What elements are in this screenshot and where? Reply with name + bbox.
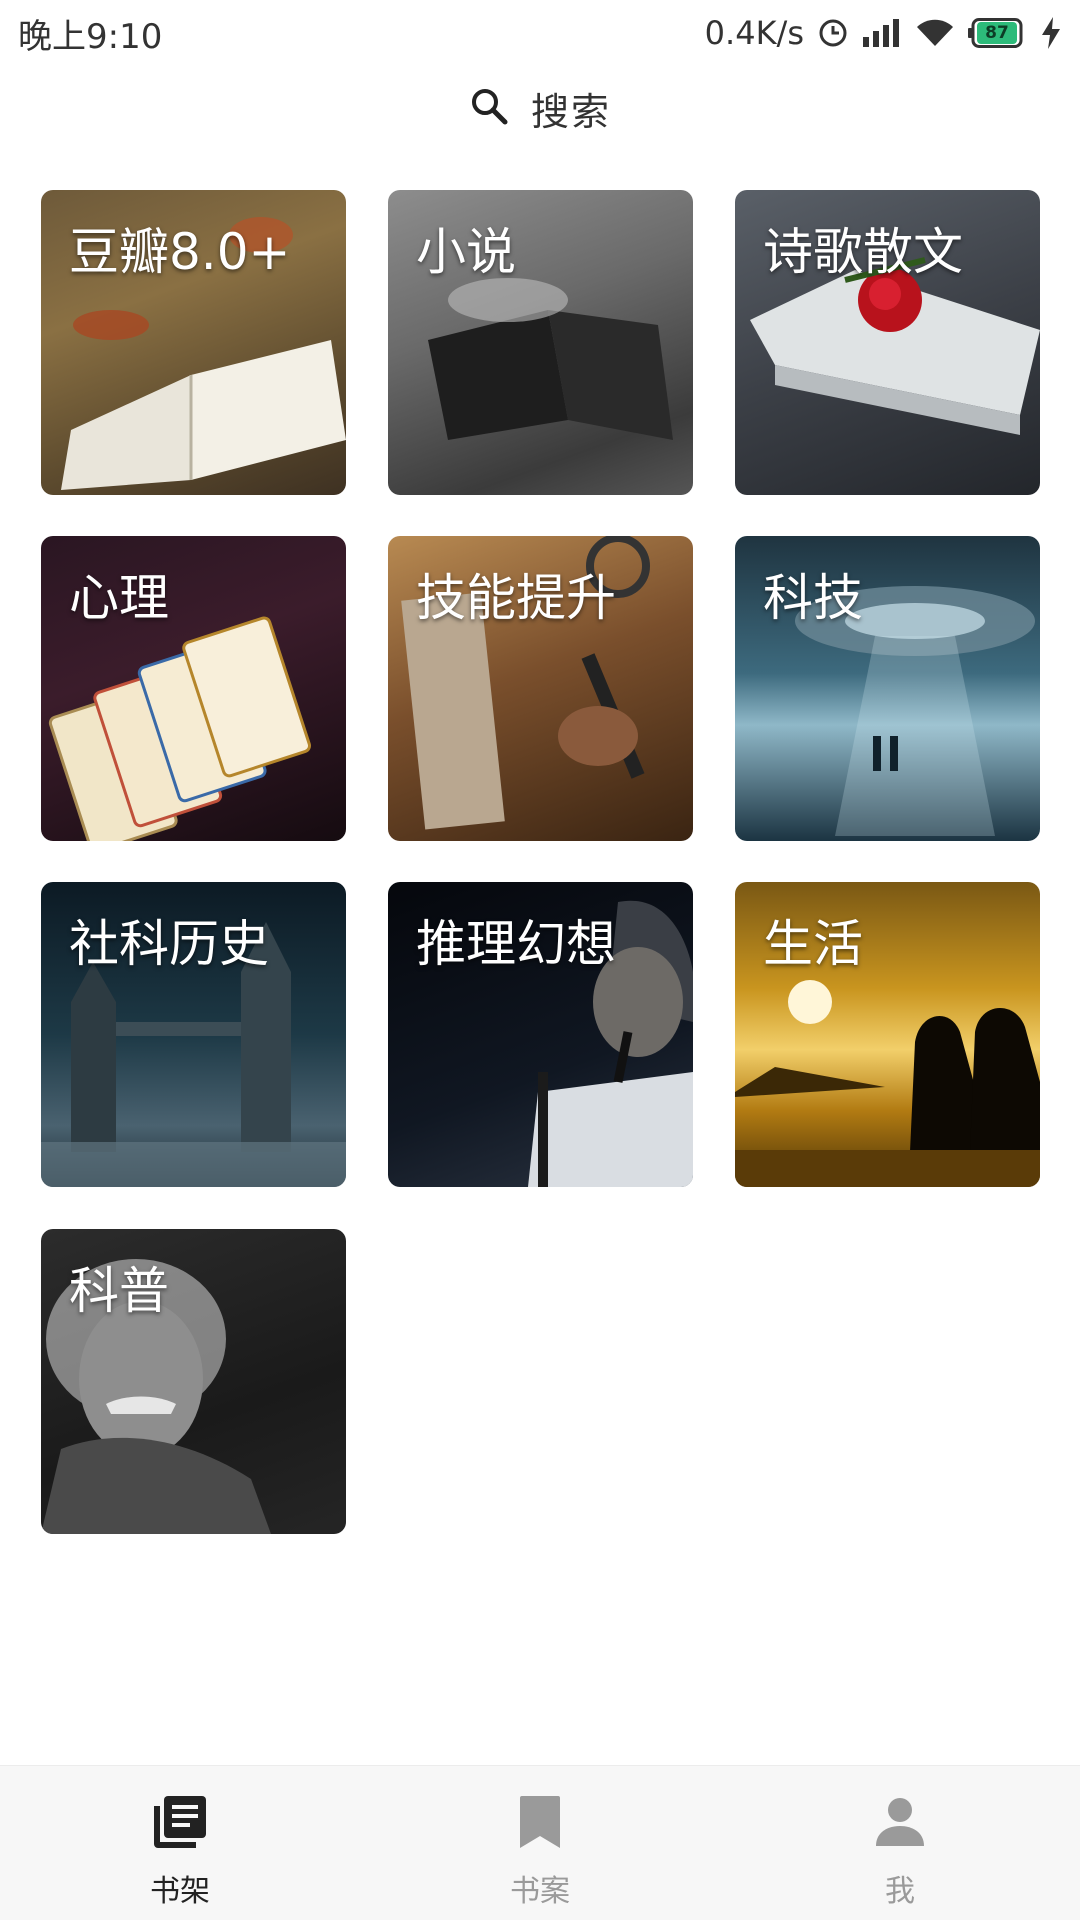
category-tile-mystery-fantasy[interactable]: 推理幻想 [388, 882, 693, 1187]
search-button[interactable]: 搜索 [0, 70, 1080, 146]
nav-label: 书架 [150, 1874, 210, 1909]
category-label: 社科历史 [69, 915, 269, 973]
bottom-navigation: 书架 书案 我 [0, 1765, 1080, 1920]
battery-level: 87 [977, 22, 1017, 44]
category-tile-social-history[interactable]: 社科历史 [41, 882, 346, 1187]
category-label: 技能提升 [416, 569, 616, 627]
library-books-icon [150, 1792, 210, 1856]
status-bar: 晚上9:10 0.4K/s 87 [0, 0, 1080, 66]
category-label: 科普 [69, 1262, 169, 1320]
status-time: 晚上9:10 [18, 16, 163, 57]
status-icons: 0.4K/s 87 [705, 14, 1062, 52]
category-tile-poetry[interactable]: 诗歌散文 [735, 190, 1040, 495]
category-label: 诗歌散文 [763, 223, 963, 281]
network-speed: 0.4K/s [704, 14, 804, 52]
category-grid: 豆瓣8.0+ 小说 诗歌散文 心理 技能提升 科技 社科历史 推理幻想 生活 科… [41, 190, 1041, 1540]
nav-tab-desk[interactable]: 书案 [360, 1766, 720, 1920]
bookshelf-screen: 晚上9:10 0.4K/s 87 搜索 豆瓣8.0+ 小说 诗歌散文 心理 技能… [0, 0, 1080, 1920]
category-label: 推理幻想 [416, 915, 616, 973]
category-label: 心理 [69, 569, 169, 627]
nav-tab-bookshelf[interactable]: 书架 [0, 1766, 360, 1920]
category-tile-novel[interactable]: 小说 [388, 190, 693, 495]
nav-tab-me[interactable]: 我 [720, 1766, 1080, 1920]
search-label: 搜索 [530, 89, 611, 134]
wifi-icon [916, 18, 954, 48]
battery-icon: 87 [968, 18, 1026, 48]
category-tile-popular-science[interactable]: 科普 [41, 1229, 346, 1534]
person-icon [870, 1792, 930, 1856]
bookmark-icon [510, 1792, 570, 1856]
nav-label: 我 [885, 1874, 915, 1909]
search-icon [469, 86, 509, 130]
category-tile-technology[interactable]: 科技 [735, 536, 1040, 841]
alarm-icon [818, 18, 848, 48]
category-label: 生活 [763, 915, 863, 973]
category-label: 小说 [416, 223, 516, 281]
charging-icon [1040, 17, 1062, 49]
nav-label: 书案 [510, 1874, 570, 1909]
category-tile-life[interactable]: 生活 [735, 882, 1040, 1187]
category-label: 科技 [763, 569, 863, 627]
category-tile-skills[interactable]: 技能提升 [388, 536, 693, 841]
category-tile-douban[interactable]: 豆瓣8.0+ [41, 190, 346, 495]
category-label: 豆瓣8.0+ [69, 223, 291, 281]
signal-icon [862, 19, 902, 47]
category-tile-psychology[interactable]: 心理 [41, 536, 346, 841]
